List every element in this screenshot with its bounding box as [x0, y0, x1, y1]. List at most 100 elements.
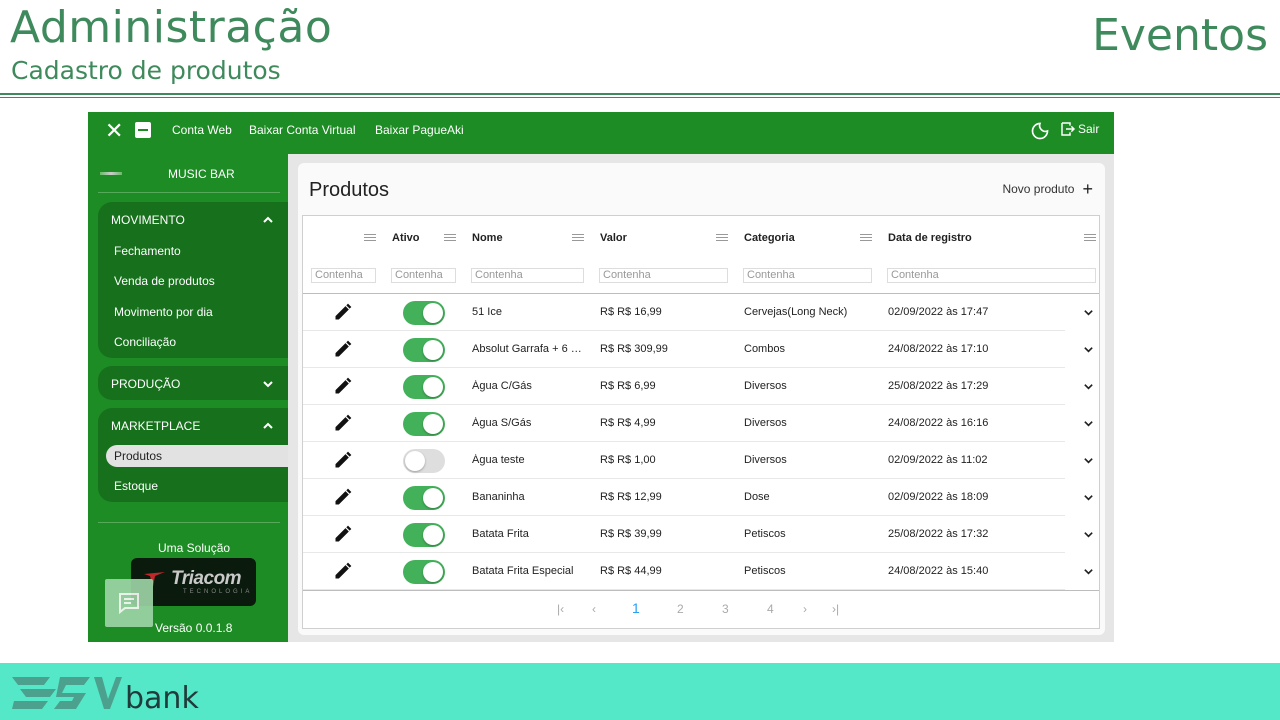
filter-input-categoria[interactable]: Contenha: [743, 268, 872, 283]
active-toggle[interactable]: [403, 412, 445, 436]
page-4[interactable]: 4: [767, 602, 774, 616]
feedback-chat-button[interactable]: [105, 579, 153, 627]
active-toggle[interactable]: [403, 338, 445, 362]
partner-tagline: TECNOLOGIA: [183, 589, 253, 595]
column-header-data[interactable]: Data de registro: [888, 232, 972, 244]
column-menu-icon[interactable]: [444, 234, 456, 242]
page-2[interactable]: 2: [677, 602, 684, 616]
cell-value: R$ R$ 16,99: [600, 306, 662, 318]
cell-category: Combos: [744, 343, 785, 355]
column-header-valor[interactable]: Valor: [600, 232, 627, 244]
chevron-up-icon[interactable]: [262, 420, 274, 432]
column-menu-icon[interactable]: [716, 234, 728, 242]
chevron-down-icon[interactable]: [1083, 381, 1094, 392]
column-header-ativo[interactable]: Ativo: [392, 232, 420, 244]
active-toggle[interactable]: [403, 375, 445, 399]
top-bar: ✕ Conta Web Baixar Conta Virtual Baixar …: [88, 112, 1114, 154]
active-toggle[interactable]: [403, 301, 445, 325]
edit-icon[interactable]: [333, 376, 353, 396]
active-toggle[interactable]: [403, 523, 445, 547]
column-header-nome[interactable]: Nome: [472, 232, 503, 244]
column-header-categoria[interactable]: Categoria: [744, 232, 795, 244]
nav-conta-web[interactable]: Conta Web: [172, 123, 232, 137]
active-toggle[interactable]: [403, 486, 445, 510]
page-title: Produtos: [309, 179, 390, 201]
cell-date: 25/08/2022 às 17:29: [888, 380, 989, 392]
filter-input-data[interactable]: Contenha: [887, 268, 1096, 283]
sidebar-item-estoque[interactable]: Estoque: [114, 479, 158, 493]
filter-input-nome[interactable]: Contenha: [471, 268, 584, 283]
column-menu-icon[interactable]: [572, 234, 584, 242]
edit-icon[interactable]: [333, 413, 353, 433]
sidebar-item-conciliacao[interactable]: Conciliação: [114, 335, 176, 349]
app-version: Versão 0.0.1.8: [155, 621, 233, 635]
chevron-down-icon[interactable]: [1083, 455, 1094, 466]
next-page-icon[interactable]: ›: [803, 602, 807, 616]
edit-icon[interactable]: [333, 487, 353, 507]
filter-input-ativo[interactable]: Contenha: [391, 268, 456, 283]
page-1[interactable]: 1: [632, 600, 640, 616]
edit-icon[interactable]: [333, 450, 353, 470]
collapse-menu-icon[interactable]: [135, 122, 151, 138]
chevron-down-icon[interactable]: [1083, 566, 1094, 577]
first-page-icon[interactable]: |‹: [557, 602, 564, 616]
table-row: Batata Frita R$ R$ 39,99 Petiscos 25/08/202…: [303, 516, 1099, 553]
cell-category: Diversos: [744, 380, 787, 392]
section-producao[interactable]: PRODUÇÃO: [98, 366, 288, 400]
new-product-button[interactable]: Novo produto +: [1002, 179, 1093, 199]
cell-value: R$ R$ 6,99: [600, 380, 656, 392]
chevron-down-icon[interactable]: [1083, 529, 1094, 540]
logout-label: Sair: [1078, 122, 1100, 136]
chevron-down-icon[interactable]: [1083, 307, 1094, 318]
nav-baixar-conta-virtual[interactable]: Baixar Conta Virtual: [249, 123, 356, 137]
sidebar-divider: [98, 522, 280, 523]
app-window: ✕ Conta Web Baixar Conta Virtual Baixar …: [88, 112, 1114, 642]
chevron-down-icon[interactable]: [1083, 344, 1094, 355]
active-toggle[interactable]: [403, 560, 445, 584]
dark-mode-icon[interactable]: [1030, 121, 1050, 141]
chevron-up-icon[interactable]: [262, 214, 274, 226]
chevron-down-icon[interactable]: [262, 378, 274, 390]
chevron-down-icon[interactable]: [1083, 492, 1094, 503]
section-movimento-header[interactable]: MOVIMENTO: [111, 213, 185, 227]
sidebar-item-label: Produtos: [114, 449, 163, 463]
plus-icon: +: [1082, 179, 1093, 199]
page-3[interactable]: 3: [722, 602, 729, 616]
column-menu-icon[interactable]: [364, 234, 376, 242]
chevron-down-icon[interactable]: [1083, 418, 1094, 429]
close-icon[interactable]: ✕: [105, 120, 125, 142]
active-toggle[interactable]: [403, 449, 445, 473]
section-producao-header[interactable]: PRODUÇÃO: [111, 377, 180, 391]
sidebar-item-produtos[interactable]: Produtos: [106, 445, 288, 467]
nav-baixar-pagueaki[interactable]: Baixar PagueAki: [375, 123, 464, 137]
sidebar-item-venda-de-produtos[interactable]: Venda de produtos: [114, 274, 215, 288]
brand-name: bank: [125, 681, 199, 716]
edit-icon[interactable]: [333, 524, 353, 544]
brand-logo-icon: [12, 677, 122, 709]
section-marketplace-header[interactable]: MARKETPLACE: [111, 419, 200, 433]
prev-page-icon[interactable]: ‹: [592, 602, 596, 616]
filter-input-valor[interactable]: Contenha: [599, 268, 728, 283]
logout-button[interactable]: Sair: [1060, 121, 1099, 137]
column-menu-icon[interactable]: [860, 234, 872, 242]
table-row: Água S/Gás R$ R$ 4,99 Diversos 24/08/2022 à…: [303, 405, 1099, 442]
table-row: 51 Ice R$ R$ 16,99 Cervejas(Long Neck) 02/0…: [303, 294, 1099, 331]
cell-date: 24/08/2022 às 17:10: [888, 343, 989, 355]
column-menu-icon[interactable]: [1084, 234, 1096, 242]
edit-icon[interactable]: [333, 339, 353, 359]
cell-date: 24/08/2022 às 15:40: [888, 565, 989, 577]
cell-category: Petiscos: [744, 528, 786, 540]
venue-logo: [100, 172, 122, 175]
cell-date: 02/09/2022 às 18:09: [888, 491, 989, 503]
sidebar-item-movimento-por-dia[interactable]: Movimento por dia: [114, 305, 213, 319]
last-page-icon[interactable]: ›|: [832, 602, 839, 616]
cell-value: R$ R$ 39,99: [600, 528, 662, 540]
edit-icon[interactable]: [333, 302, 353, 322]
edit-icon[interactable]: [333, 561, 353, 581]
sidebar-item-fechamento[interactable]: Fechamento: [114, 244, 181, 258]
venue-brand: MUSIC BAR: [88, 154, 288, 192]
cell-date: 02/09/2022 às 17:47: [888, 306, 989, 318]
cell-date: 24/08/2022 às 16:16: [888, 417, 989, 429]
filter-input-actions[interactable]: Contenha: [311, 268, 376, 283]
slide-title: Administração: [10, 2, 333, 53]
